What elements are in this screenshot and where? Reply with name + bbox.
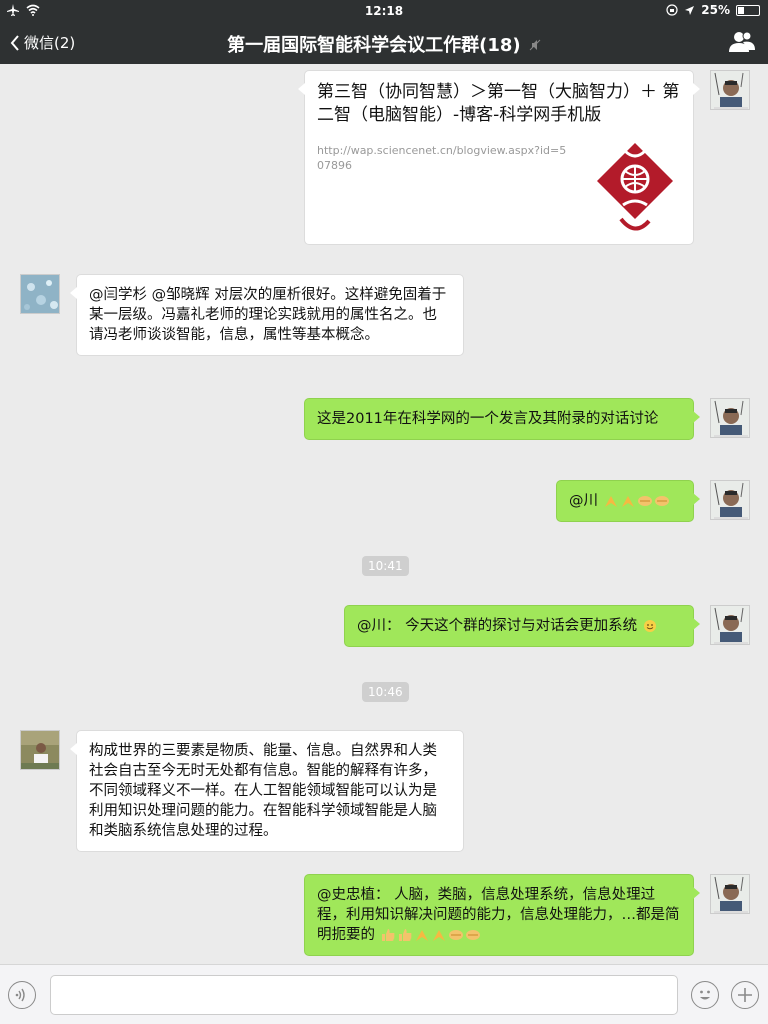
- more-button[interactable]: [731, 981, 759, 1009]
- message-bubble[interactable]: @史忠植： 人脑，类脑，信息处理系统，信息处理过程，利用知识解决问题的能力，信息…: [304, 874, 700, 956]
- message-bubble[interactable]: 这是2011年在科学网的一个发言及其附录的对话讨论: [304, 398, 700, 440]
- avatar-me[interactable]: [710, 605, 750, 645]
- voice-icon: [15, 988, 25, 1002]
- chat-title: 第一届国际智能科学会议工作群(18): [227, 35, 521, 56]
- message-bubble[interactable]: @川： 今天这个群的探讨与对话会更加系统: [344, 605, 700, 647]
- avatar-me[interactable]: [710, 398, 750, 438]
- message-text: 构成世界的三要素是物质、能量、信息。自然界和人类社会自古至今无时无处都有信息。智…: [89, 743, 437, 839]
- plus-icon: [738, 988, 752, 1002]
- time-badge: 10:46: [362, 682, 409, 702]
- chat-title-wrap: 第一届国际智能科学会议工作群(18): [0, 31, 768, 57]
- status-bar: 12:18 25%: [0, 0, 768, 22]
- chat-area[interactable]: 第三智（协同智慧）＞第一智（大脑智力）＋ 第二智（电脑智能）-博客-科学网手机版…: [0, 64, 768, 964]
- status-right: 25%: [666, 3, 760, 17]
- emoji-icon: [700, 990, 710, 1000]
- avatar-me[interactable]: [710, 874, 750, 914]
- voice-button[interactable]: [8, 981, 36, 1009]
- avatar-me[interactable]: [710, 70, 750, 110]
- message-bubble[interactable]: 构成世界的三要素是物质、能量、信息。自然界和人类社会自古至今无时无处都有信息。智…: [70, 730, 464, 852]
- handshake-emoji-icon: [465, 930, 480, 940]
- sciencenet-logo: [597, 143, 673, 233]
- avatar-other-2[interactable]: [20, 730, 60, 770]
- location-icon: [685, 5, 695, 15]
- handshake-emoji-icon: [654, 496, 669, 506]
- emoji-button[interactable]: [691, 981, 719, 1009]
- link-title: 第三智（协同智慧）＞第一智（大脑智力）＋ 第二智（电脑智能）-博客-科学网手机版: [317, 82, 680, 125]
- pray-emoji-icon: [432, 930, 445, 941]
- message-text: 这是2011年在科学网的一个发言及其附录的对话讨论: [317, 411, 659, 427]
- mute-icon: [525, 39, 541, 54]
- thumbs-up-emoji-icon: [398, 929, 412, 941]
- battery-icon: [736, 4, 760, 16]
- pray-emoji-icon: [621, 496, 634, 507]
- thumbs-up-emoji-icon: [381, 929, 395, 941]
- link-url: http://wap.sciencenet.cn/blogview.aspx?i…: [317, 144, 567, 172]
- message-text: @史忠植： 人脑，类脑，信息处理系统，信息处理过程，利用知识解决问题的能力，信息…: [317, 887, 680, 943]
- handshake-emoji-icon: [448, 930, 463, 940]
- smile-emoji-icon: [643, 620, 656, 632]
- link-card[interactable]: 第三智（协同智慧）＞第一智（大脑智力）＋ 第二智（电脑智能）-博客-科学网手机版…: [298, 70, 700, 245]
- avatar-other-1[interactable]: [20, 274, 60, 314]
- status-time: 12:18: [364, 4, 404, 18]
- message-text: @川: [569, 493, 598, 509]
- message-bubble[interactable]: @闫学杉 @邹晓辉 对层次的厘析很好。这样避免固着于某一层级。冯嘉礼老师的理论实…: [70, 274, 464, 356]
- battery-percent: 25%: [701, 3, 730, 17]
- message-text: @闫学杉 @邹晓辉 对层次的厘析很好。这样避免固着于某一层级。冯嘉礼老师的理论实…: [89, 287, 447, 343]
- nav-bar: 微信(2) 第一届国际智能科学会议工作群(18): [0, 22, 768, 64]
- message-input[interactable]: [50, 975, 678, 1015]
- pray-emoji-icon: [415, 930, 428, 941]
- input-bar: [0, 964, 768, 1024]
- message-text: @川： 今天这个群的探讨与对话会更加系统: [357, 618, 638, 634]
- avatar-me[interactable]: [710, 480, 750, 520]
- lock-rotation-icon: [666, 4, 678, 16]
- group-members-icon[interactable]: [728, 30, 756, 54]
- message-bubble[interactable]: @川: [556, 480, 700, 522]
- pray-emoji-icon: [604, 496, 617, 507]
- time-badge: 10:41: [362, 556, 409, 576]
- handshake-emoji-icon: [637, 496, 652, 506]
